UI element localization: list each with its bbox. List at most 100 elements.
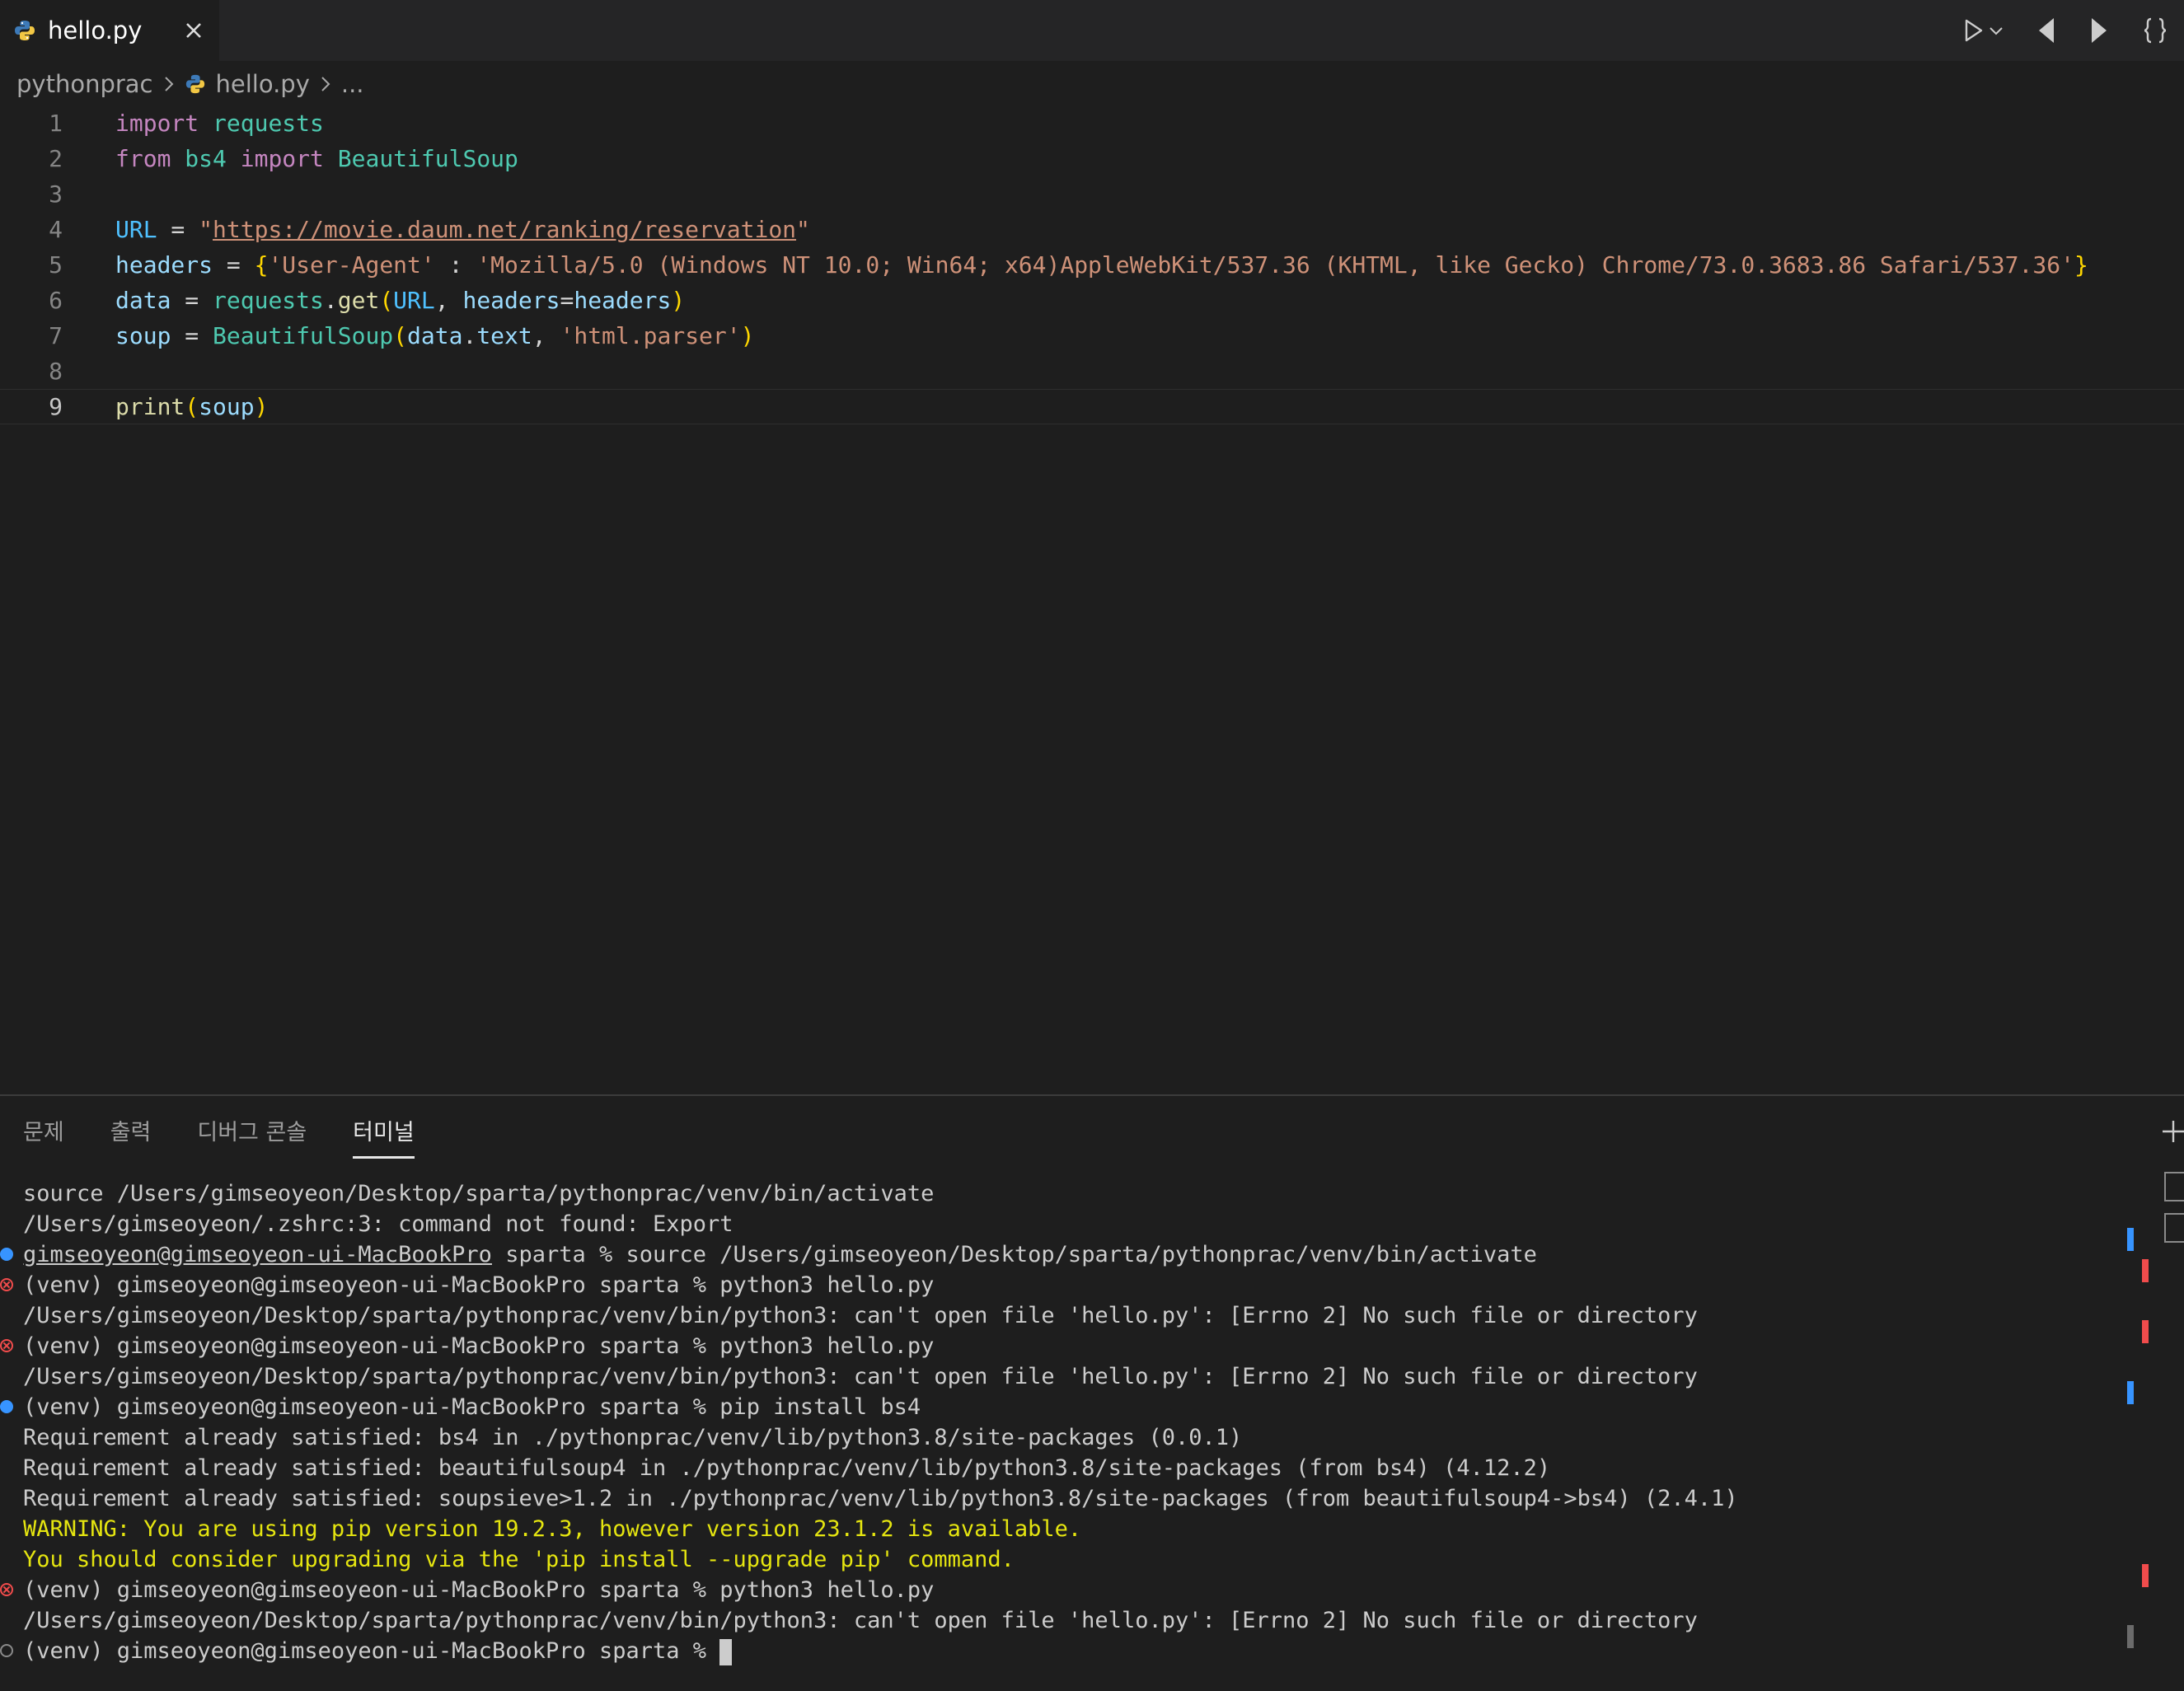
code-text: URL = "https://movie.daum.net/ranking/re… [115,212,810,247]
code-text: import requests [115,105,324,141]
code-token: = [171,287,213,314]
code-line[interactable]: 3 [0,176,2184,212]
code-token: 'html.parser' [560,322,741,349]
terminal-text: sparta % source /Users/gimseoyeon/Deskto… [491,1242,1537,1267]
code-line[interactable]: 4 URL = "https://movie.daum.net/ranking/r… [0,212,2184,247]
code-token: import [115,110,199,137]
code-token: text [476,322,532,349]
line-number: 3 [49,180,63,208]
python-file-icon [15,21,35,40]
terminal-link[interactable]: gimseoyeon@gimseoyeon-ui-MacBookPro [23,1242,492,1267]
command-error-icon[interactable] [0,1278,13,1291]
code-token: 'Mozilla/5.0 (Windows NT 10.0; Win64; x6… [476,251,2074,279]
terminal-output[interactable]: source /Users/gimseoyeon/Desktop/sparta/… [0,1178,2143,1666]
ruler-mark [2142,1564,2149,1587]
code-editor[interactable]: 1 import requests 2 from bs4 import Beautif… [0,105,2184,1094]
command-pending-icon[interactable] [0,1644,13,1657]
code-text: soup = BeautifulSoup(data.text, 'html.pa… [115,318,755,354]
code-token: " [796,216,810,243]
code-line[interactable]: 7 soup = BeautifulSoup(data.text, 'html.p… [0,318,2184,354]
line-number: 5 [49,251,63,279]
code-token: " [199,216,213,243]
code-line[interactable]: 2 from bs4 import BeautifulSoup [0,141,2184,176]
code-line[interactable]: 9 print(soup) [0,389,2184,424]
line-number: 8 [49,358,63,385]
code-token: get [337,287,380,314]
code-token: 'User-Agent' [268,251,435,279]
breadcrumb-file[interactable]: hello.py [185,70,310,98]
previous-change-icon[interactable] [2034,16,2059,45]
command-success-icon[interactable] [0,1248,13,1261]
breadcrumb-folder[interactable]: pythonprac [16,70,153,98]
terminal-text: You should consider upgrading via the 'p… [23,1547,1015,1572]
breadcrumb: pythonprac hello.py ... [16,66,364,102]
terminal-text: (venv) gimseoyeon@gimseoyeon-ui-MacBookP… [23,1272,935,1298]
code-token: URL [393,287,435,314]
close-icon[interactable] [181,18,206,43]
chevron-down-icon[interactable] [1987,21,2005,40]
panel-tab[interactable]: 터미널 [353,1114,415,1159]
terminal-line: You should consider upgrading via the 'p… [0,1544,2143,1575]
editor-tab-hello-py[interactable]: hello.py [0,0,219,61]
terminal-instance-icon[interactable] [2164,1213,2184,1243]
ruler-mark [2142,1259,2149,1282]
terminal-line: (venv) gimseoyeon@gimseoyeon-ui-MacBookP… [0,1331,2143,1361]
ruler-mark [2127,1228,2134,1251]
code-token: BeautifulSoup [337,145,518,172]
command-error-icon[interactable] [0,1583,13,1596]
tab-bar: hello.py [0,0,2184,61]
code-token: requests [213,110,324,137]
code-token: ) [740,322,755,349]
code-line[interactable]: 5 headers = {'User-Agent' : 'Mozilla/5.0 … [0,247,2184,283]
code-token: requests [213,287,324,314]
panel-tab[interactable]: 문제 [23,1114,64,1159]
terminal-text: (venv) gimseoyeon@gimseoyeon-ui-MacBookP… [23,1333,935,1359]
terminal-text: WARNING: You are using pip version 19.2.… [23,1516,1082,1542]
terminal-instance-icon[interactable] [2164,1172,2184,1202]
bottom-panel: 문제 출력 디버그 콘솔 터미널 source /Users/gimseoyeon/D… [0,1094,2184,1691]
code-token: headers [115,251,213,279]
code-token: : [434,251,477,279]
code-line[interactable]: 1 import requests [0,105,2184,141]
panel-tab[interactable]: 출력 [110,1114,152,1159]
code-text: from bs4 import BeautifulSoup [115,141,518,176]
terminal-line: gimseoyeon@gimseoyeon-ui-MacBookPro spar… [0,1239,2143,1270]
code-text: print(soup) [115,389,268,424]
code-token: bs4 [185,145,227,172]
next-change-icon[interactable] [2087,16,2111,45]
terminal-text: Requirement already satisfied: soupsieve… [23,1486,1738,1511]
command-error-icon[interactable] [0,1339,13,1352]
code-line[interactable]: 8 [0,354,2184,389]
code-token: = [213,251,255,279]
panel-tab[interactable]: 디버그 콘솔 [197,1114,307,1159]
code-token: . [462,322,477,349]
code-token: URL [115,216,157,243]
editor-toolbar [1945,0,2184,61]
code-token: from [115,145,171,172]
code-token: data [115,287,171,314]
code-token: = [171,322,213,349]
run-python-file-button[interactable] [1959,16,2005,44]
terminal-line: /Users/gimseoyeon/Desktop/sparta/pythonp… [0,1605,2143,1636]
terminal-cursor [719,1638,733,1665]
line-number: 7 [49,322,63,349]
code-line[interactable]: 6 data = requests.get(URL, headers=header… [0,283,2184,318]
ruler-mark [2127,1625,2134,1648]
code-token: ( [393,322,408,349]
code-token: . [323,287,338,314]
code-token: headers [574,287,672,314]
code-token: soup [115,322,171,349]
terminal-text: Requirement already satisfied: bs4 in ./… [23,1425,1243,1450]
command-success-icon[interactable] [0,1400,13,1413]
breadcrumb-symbols[interactable]: ... [341,70,364,98]
plus-icon[interactable] [2159,1117,2184,1145]
code-token: ( [185,393,199,420]
terminal-text: /Users/gimseoyeon/Desktop/sparta/pythonp… [23,1303,1698,1328]
code-token: ) [671,287,686,314]
braces-icon[interactable] [2140,16,2170,45]
terminal-line: (venv) gimseoyeon@gimseoyeon-ui-MacBookP… [0,1636,2143,1666]
terminal-text: (venv) gimseoyeon@gimseoyeon-ui-MacBookP… [23,1638,720,1664]
